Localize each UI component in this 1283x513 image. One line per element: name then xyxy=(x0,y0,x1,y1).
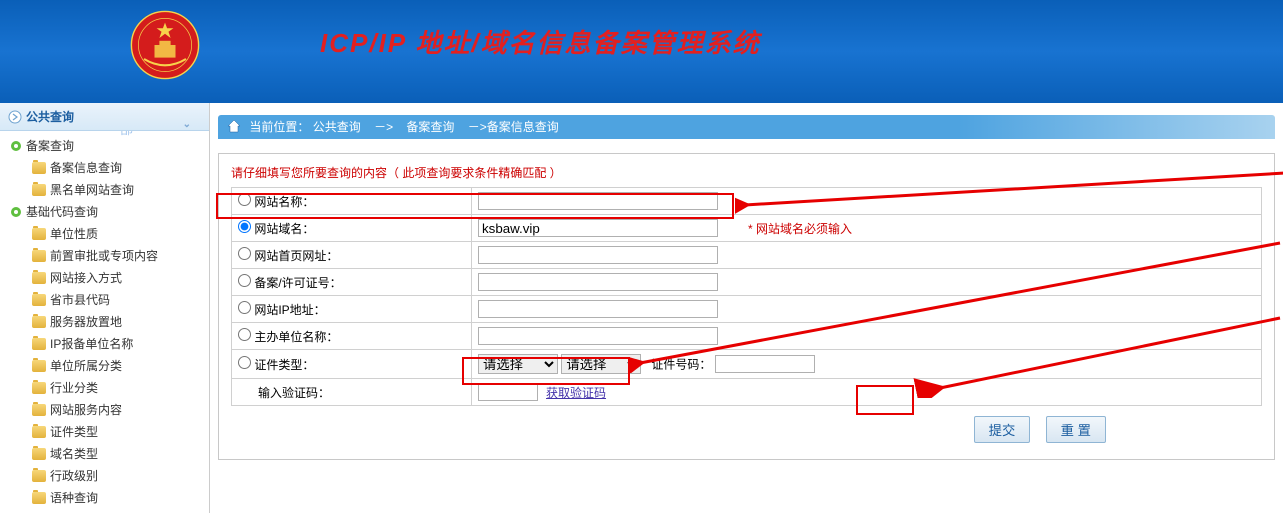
sidebar: 公共查询 ⌄ 备案查询 备案信息查询 黑名单网站查询 基础代码查询 单位性质 前… xyxy=(0,103,210,513)
sidebar-item-beian-info[interactable]: 备案信息查询 xyxy=(2,157,207,179)
radio-site-name[interactable]: 网站名称： xyxy=(238,195,314,209)
sidebar-item-blacklist[interactable]: 黑名单网站查询 xyxy=(2,179,207,201)
sidebar-header[interactable]: 公共查询 ⌄ xyxy=(0,103,209,131)
cert-type-select-1[interactable]: 请选择 xyxy=(478,354,558,374)
sidebar-list: 备案查询 备案信息查询 黑名单网站查询 基础代码查询 单位性质 前置审批或专项内… xyxy=(0,131,209,513)
home-icon xyxy=(226,118,242,134)
folder-icon xyxy=(32,294,46,306)
sidebar-item-pre-approval[interactable]: 前置审批或专项内容 xyxy=(2,245,207,267)
folder-icon xyxy=(32,228,46,240)
sidebar-item-service-content[interactable]: 网站服务内容 xyxy=(2,399,207,421)
reset-button[interactable]: 重 置 xyxy=(1046,416,1106,443)
sidebar-item-domain-type[interactable]: 域名类型 xyxy=(2,443,207,465)
folder-icon xyxy=(32,492,46,504)
radio-ip[interactable]: 网站IP地址： xyxy=(238,303,326,317)
radio-cert-type[interactable]: 证件类型： xyxy=(238,358,314,372)
arrow-collapse-icon xyxy=(8,110,22,124)
form-note: 请仔细填写您所要查询的内容（ 此项查询要求条件精确匹配 ） xyxy=(231,164,1262,187)
gear-icon xyxy=(10,140,22,152)
radio-license[interactable]: 备案/许可证号： xyxy=(238,276,342,290)
sidebar-item-access-mode[interactable]: 网站接入方式 xyxy=(2,267,207,289)
radio-host-unit[interactable]: 主办单位名称： xyxy=(238,330,338,344)
sidebar-item-language[interactable]: 语种查询 xyxy=(2,487,207,509)
site-name-input[interactable] xyxy=(478,192,718,210)
sidebar-group-beian[interactable]: 备案查询 xyxy=(2,135,207,157)
folder-icon xyxy=(32,448,46,460)
captcha-input[interactable] xyxy=(478,383,538,401)
chevron-down-icon: ⌄ xyxy=(183,111,191,139)
query-form: 请仔细填写您所要查询的内容（ 此项查询要求条件精确匹配 ） 网站名称： 网站域名… xyxy=(218,153,1275,460)
folder-icon xyxy=(32,250,46,262)
sidebar-item-industry[interactable]: 行业分类 xyxy=(2,377,207,399)
submit-button[interactable]: 提交 xyxy=(974,416,1031,443)
site-domain-input[interactable] xyxy=(478,219,718,237)
sidebar-item-admin-level[interactable]: 行政级别 xyxy=(2,465,207,487)
folder-icon xyxy=(32,426,46,438)
gear-icon xyxy=(10,206,22,218)
folder-icon xyxy=(32,162,46,174)
folder-icon xyxy=(32,184,46,196)
ip-input[interactable] xyxy=(478,300,718,318)
breadcrumb: 当前位置： 公共查询 －> 备案查询 －>备案信息查询 xyxy=(218,115,1275,139)
radio-homepage[interactable]: 网站首页网址： xyxy=(238,249,338,263)
sidebar-item-unit-nature[interactable]: 单位性质 xyxy=(2,223,207,245)
cert-type-select-2[interactable]: 请选择 xyxy=(561,354,641,374)
folder-icon xyxy=(32,404,46,416)
folder-icon xyxy=(32,316,46,328)
get-captcha-link[interactable]: 获取验证码 xyxy=(546,386,606,400)
main-content: 当前位置： 公共查询 －> 备案查询 －>备案信息查询 请仔细填写您所要查询的内… xyxy=(210,103,1283,513)
page-header: 工业和信息化部 ICP/IP 地址/域名信息备案管理系统 xyxy=(0,0,1283,103)
sidebar-item-region-code[interactable]: 省市县代码 xyxy=(2,289,207,311)
page-title: ICP/IP 地址/域名信息备案管理系统 xyxy=(320,23,761,60)
sidebar-group-basecode[interactable]: 基础代码查询 xyxy=(2,201,207,223)
radio-site-domain[interactable]: 网站域名： xyxy=(238,222,314,236)
query-table: 网站名称： 网站域名： * 网站域名必须输入 网站首页网址： 备案/许可证号： … xyxy=(231,187,1262,406)
folder-icon xyxy=(32,272,46,284)
host-unit-input[interactable] xyxy=(478,327,718,345)
cert-no-label: 证件号码： xyxy=(651,358,711,372)
folder-icon xyxy=(32,338,46,350)
folder-icon xyxy=(32,470,46,482)
sidebar-item-unit-category[interactable]: 单位所属分类 xyxy=(2,355,207,377)
captcha-label: 输入验证码： xyxy=(232,379,472,406)
homepage-input[interactable] xyxy=(478,246,718,264)
sidebar-item-ip-unit[interactable]: IP报备单位名称 xyxy=(2,333,207,355)
domain-required-note: * 网站域名必须输入 xyxy=(748,222,852,236)
license-input[interactable] xyxy=(478,273,718,291)
sidebar-item-server-loc[interactable]: 服务器放置地 xyxy=(2,311,207,333)
folder-icon xyxy=(32,382,46,394)
cert-no-input[interactable] xyxy=(715,355,815,373)
national-emblem-icon xyxy=(130,10,200,80)
sidebar-item-cert-type[interactable]: 证件类型 xyxy=(2,421,207,443)
folder-icon xyxy=(32,360,46,372)
